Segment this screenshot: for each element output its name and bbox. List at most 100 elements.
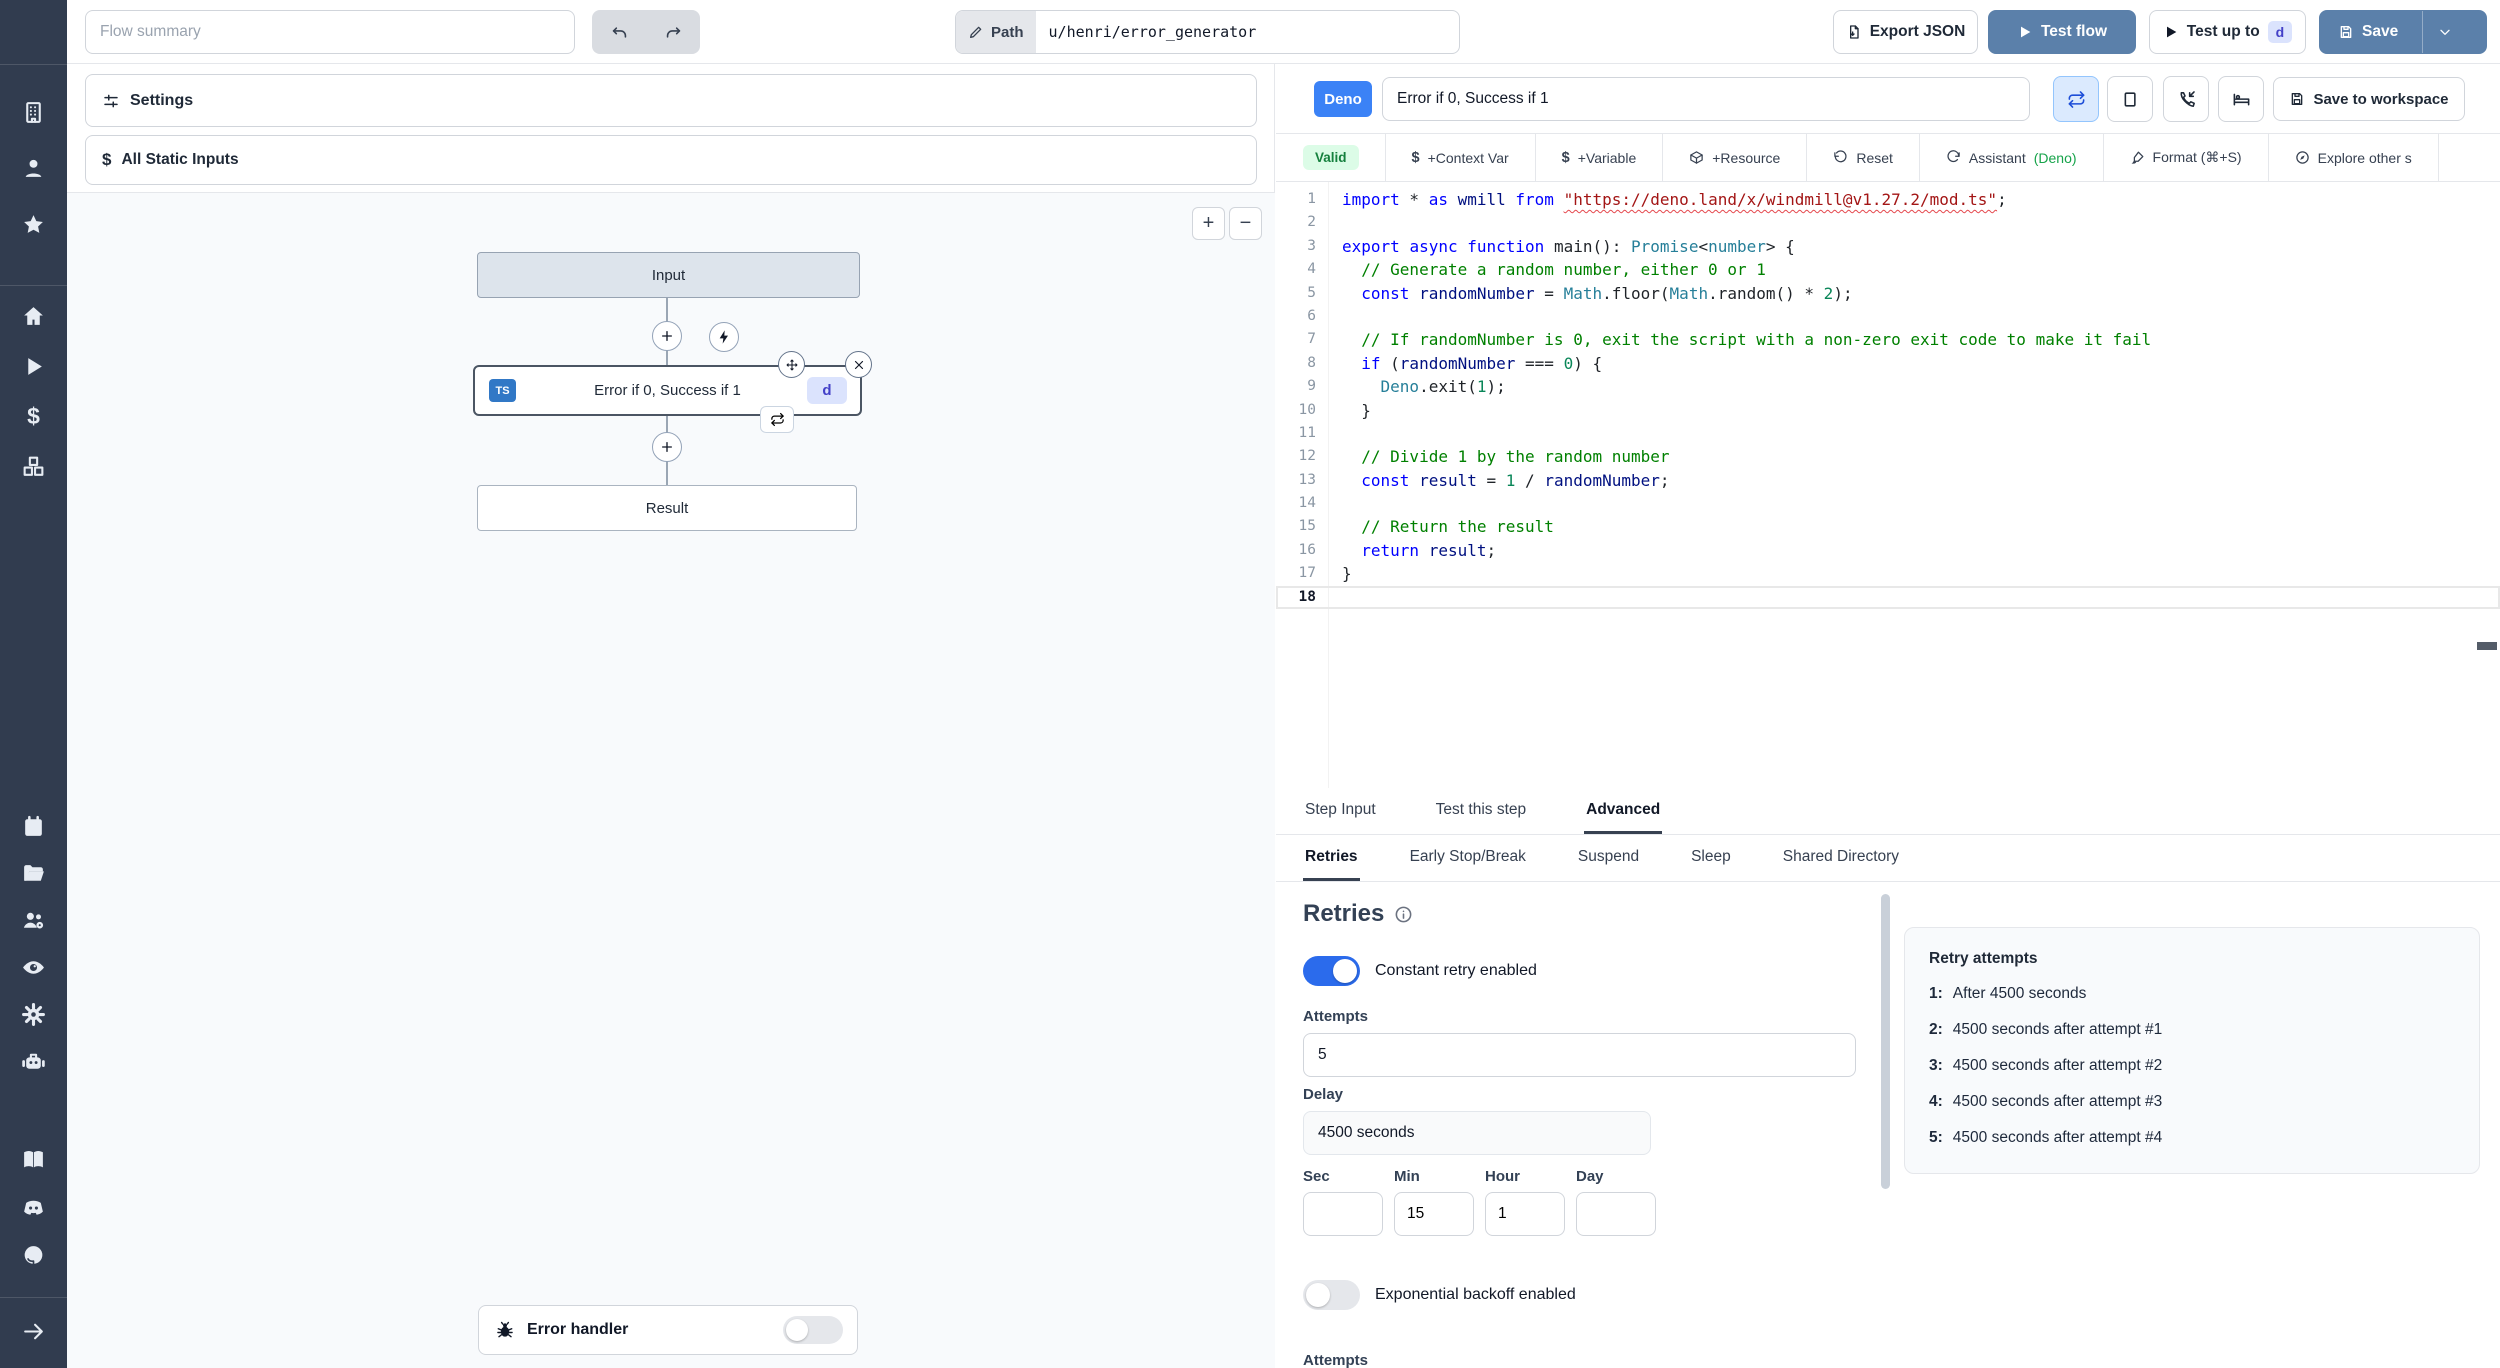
toolbar-resource[interactable]: +Resource [1663,134,1808,181]
code-line-3[interactable]: 3 export async function main(): Promise<n… [1276,235,2500,258]
code-line-1[interactable]: 1 import * as wmill from "https://deno.la… [1276,188,2500,211]
save-icon [2289,91,2305,107]
save-to-workspace-button[interactable]: Save to workspace [2273,77,2465,121]
toolbar-variable[interactable]: $ +Variable [1536,134,1664,181]
windmill-logo-icon[interactable] [16,12,50,46]
code-line-6[interactable]: 6 [1276,305,2500,328]
code-text: } [1342,400,1371,420]
error-handler-toggle[interactable] [783,1316,843,1344]
code-line-2[interactable]: 2 [1276,211,2500,234]
sidebar-users-gear-icon[interactable] [20,907,47,934]
sidebar-book-icon[interactable] [20,1146,47,1173]
code-line-17[interactable]: 17} [1276,562,2500,585]
path-field[interactable]: Path u/henri/error_generator [955,10,1460,54]
content-scrollbar-thumb[interactable] [1881,894,1890,1189]
test-flow-button[interactable]: Test flow [1988,10,2136,54]
subtab-early-stop-break[interactable]: Early Stop/Break [1408,835,1528,881]
sidebar-boxes-icon[interactable] [20,453,47,480]
tab-advanced[interactable]: Advanced [1584,788,1663,834]
error-handler-card[interactable]: Error handler [478,1305,858,1355]
code-line-5[interactable]: 5 const randomNumber = Math.floor(Math.r… [1276,282,2500,305]
sidebar-eye-icon[interactable] [20,954,47,981]
all-static-inputs-button[interactable]: $ All Static Inputs [85,135,1257,185]
flow-node-result[interactable]: Result [477,485,857,531]
sidebar-github-icon[interactable] [20,1242,47,1269]
sidebar-folder-icon[interactable] [20,860,47,887]
sidebar-arrow-right-icon[interactable] [20,1318,47,1345]
sidebar-gear-icon[interactable] [20,1001,47,1028]
sidebar-calendar-icon[interactable] [20,813,47,840]
code-line-11[interactable]: 11 [1276,422,2500,445]
constant-retry-toggle[interactable] [1303,956,1360,986]
redo-button[interactable] [646,10,700,54]
toolbar-format-s[interactable]: Format (⌘+S) [2104,134,2269,181]
toolbar-explore-other-s[interactable]: Explore other s [2269,134,2439,181]
step-title-input[interactable] [1382,77,2030,121]
sec-input[interactable] [1303,1192,1383,1236]
toolbar-valid[interactable]: Valid [1276,134,1386,181]
undo-button[interactable] [592,10,646,54]
delete-step-button[interactable] [845,351,872,378]
canvas-zoom-out-button[interactable]: − [1229,207,1262,240]
save-button[interactable]: Save [2320,11,2414,53]
insert-step-button[interactable] [652,432,682,462]
sidebar-discord-icon[interactable] [20,1194,47,1221]
subtab-sleep[interactable]: Sleep [1689,835,1733,881]
sidebar-play-icon[interactable] [20,353,47,380]
code-line-8[interactable]: 8 if (randomNumber === 0) { [1276,352,2500,375]
code-line-7[interactable]: 7 // If randomNumber is 0, exit the scri… [1276,328,2500,351]
code-line-4[interactable]: 4 // Generate a random number, either 0 … [1276,258,2500,281]
phone-incoming-button[interactable] [2163,76,2209,122]
flow-summary-input[interactable] [85,10,575,54]
code-editor[interactable]: 1 import * as wmill from "https://deno.la… [1276,182,2500,788]
flow-canvas[interactable]: + − Input TS Error if 0, Success if 1 d … [67,192,1275,1368]
attempts-input[interactable] [1303,1033,1856,1077]
bed-button[interactable] [2218,76,2264,122]
test-up-to-button[interactable]: Test up to d [2149,10,2306,54]
export-json-button[interactable]: Export JSON [1833,10,1978,54]
toolbar-label: +Variable [1577,149,1637,166]
lightning-icon [716,329,732,345]
save-dropdown-button[interactable] [2422,11,2466,53]
code-line-15[interactable]: 15 // Return the result [1276,515,2500,538]
flow-node-input[interactable]: Input [477,252,860,298]
code-line-18[interactable]: 18 [1276,586,2500,609]
code-line-16[interactable]: 16 return result; [1276,539,2500,562]
subtab-shared-directory[interactable]: Shared Directory [1781,835,1901,881]
flow-node-step-selected[interactable]: TS Error if 0, Success if 1 d [473,365,862,416]
toolbar-assistant[interactable]: Assistant (Deno) [1920,134,2104,181]
repeat-button[interactable] [2053,76,2099,122]
insert-step-button[interactable] [652,321,682,351]
tab-step-input[interactable]: Step Input [1303,788,1378,834]
move-step-button[interactable] [778,351,805,378]
exponential-backoff-toggle[interactable] [1303,1280,1360,1310]
editor-scrollbar-thumb[interactable] [2477,642,2497,650]
code-line-9[interactable]: 9 Deno.exit(1); [1276,375,2500,398]
code-line-14[interactable]: 14 [1276,492,2500,515]
subtab-retries[interactable]: Retries [1303,835,1360,881]
code-line-13[interactable]: 13 const result = 1 / randomNumber; [1276,469,2500,492]
sidebar-home-icon[interactable] [20,303,47,330]
tab-test-this-step[interactable]: Test this step [1434,788,1528,834]
day-input[interactable] [1576,1192,1656,1236]
code-line-12[interactable]: 12 // Divide 1 by the random number [1276,445,2500,468]
info-icon[interactable] [1394,905,1413,924]
sidebar-user-icon[interactable] [20,155,47,182]
canvas-zoom-in-button[interactable]: + [1192,207,1225,240]
hour-input[interactable] [1485,1192,1565,1236]
toolbar-context-var[interactable]: $ +Context Var [1386,134,1536,181]
restart-step-button[interactable] [760,406,794,433]
toolbar-label-suffix: (Deno) [2033,149,2077,166]
square-button[interactable] [2107,76,2153,122]
code-line-10[interactable]: 10 } [1276,399,2500,422]
toolbar-reset[interactable]: Reset [1807,134,1920,181]
delay-input[interactable] [1303,1111,1651,1155]
sidebar-star-icon[interactable] [20,211,47,238]
sidebar-building-icon[interactable] [20,99,47,126]
subtab-suspend[interactable]: Suspend [1576,835,1641,881]
trigger-button[interactable] [709,322,739,352]
flow-settings-button[interactable]: Settings [85,74,1257,127]
sidebar-dollar-icon[interactable]: $ [20,403,47,430]
sidebar-robot-icon[interactable] [20,1048,47,1075]
min-input[interactable] [1394,1192,1474,1236]
